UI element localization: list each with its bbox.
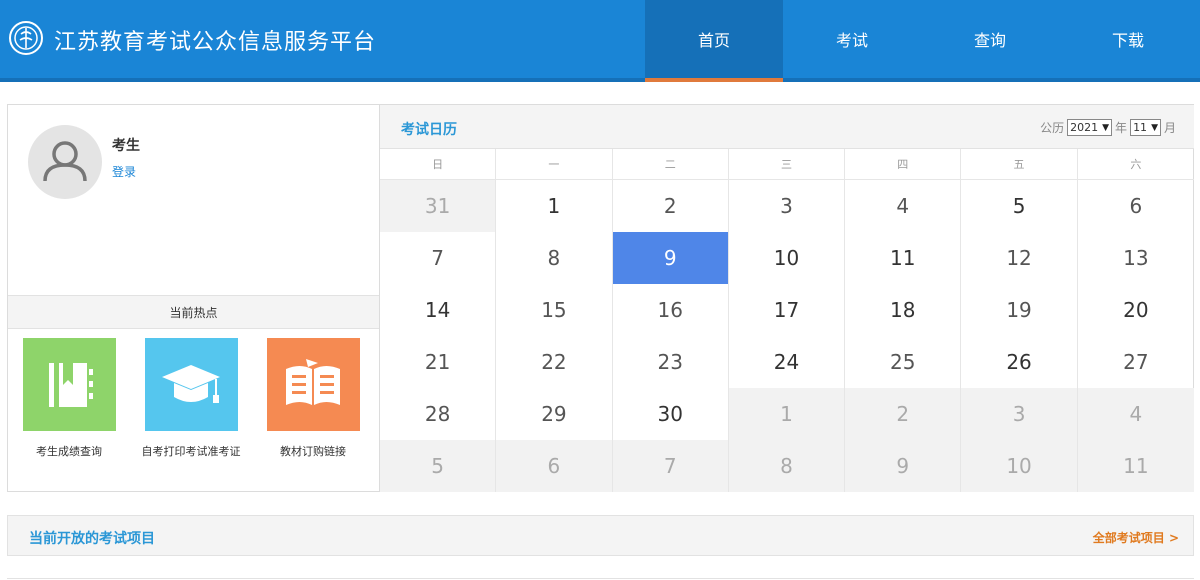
calendar-day[interactable]: 5 bbox=[380, 440, 497, 492]
nav-home[interactable]: 首页 bbox=[645, 0, 783, 82]
calendar-day[interactable]: 28 bbox=[380, 388, 497, 440]
calendar-day[interactable]: 15 bbox=[496, 284, 613, 336]
calendar-day[interactable]: 4 bbox=[1077, 388, 1194, 440]
calendar-day[interactable]: 26 bbox=[961, 336, 1078, 388]
calendar-day[interactable]: 3 bbox=[961, 388, 1078, 440]
calendar-day[interactable]: 9 bbox=[845, 440, 962, 492]
calendar-day[interactable]: 4 bbox=[845, 180, 962, 232]
calendar-grid: 31 1 2 3 4 5 6 7 8 9 10 11 12 13 14 15 16 17 18 19 20 21 22 23 2… bbox=[380, 180, 1194, 492]
weekday-label: 六 bbox=[1077, 149, 1194, 180]
year-label: 年 bbox=[1115, 121, 1128, 135]
open-exams-bar: 当前开放的考试项目 全部考试项目 > bbox=[7, 515, 1194, 556]
hot-item-score-query[interactable]: 考生成绩查询 bbox=[19, 338, 119, 458]
avatar bbox=[28, 125, 102, 199]
hot-item-textbook-order[interactable]: 教材订购链接 bbox=[263, 338, 363, 458]
calendar-day[interactable]: 27 bbox=[1078, 336, 1194, 388]
user-panel: 考生 登录 当前热点 考生成绩查询 自考打印考试准考证 教材订购链接 bbox=[7, 104, 380, 492]
weekday-row: 日一二三四五六 bbox=[380, 149, 1194, 180]
top-header: 江苏教育考试公众信息服务平台 首页 考试 查询 下载 bbox=[0, 0, 1200, 82]
calendar-day[interactable]: 24 bbox=[729, 336, 846, 388]
calendar-day[interactable]: 10 bbox=[961, 440, 1078, 492]
hot-topics-title: 当前热点 bbox=[8, 295, 379, 329]
main-nav: 首页 考试 查询 下载 bbox=[645, 0, 1197, 82]
month-label: 月 bbox=[1163, 121, 1176, 135]
weekday-label: 一 bbox=[496, 149, 613, 180]
user-icon bbox=[43, 141, 87, 182]
calendar-day[interactable]: 13 bbox=[1078, 232, 1194, 284]
calendar-day[interactable]: 17 bbox=[729, 284, 846, 336]
notebook-icon bbox=[22, 338, 116, 431]
weekday-label: 二 bbox=[612, 149, 729, 180]
calendar-day[interactable]: 3 bbox=[729, 180, 846, 232]
year-value: 2021 bbox=[1070, 121, 1099, 134]
calendar-day[interactable]: 8 bbox=[728, 440, 846, 492]
calendar-day[interactable]: 7 bbox=[380, 232, 497, 284]
nav-download[interactable]: 下载 bbox=[1059, 0, 1197, 78]
calendar-header: 考试日历 公历 2021 ▼ 年 11 ▼ 月 bbox=[380, 105, 1194, 149]
calendar-day[interactable]: 29 bbox=[496, 388, 613, 440]
user-name: 考生 bbox=[112, 138, 140, 154]
login-link[interactable]: 登录 bbox=[112, 163, 136, 180]
calendar-day[interactable]: 1 bbox=[728, 388, 846, 440]
calendar-day[interactable]: 30 bbox=[613, 388, 729, 440]
weekday-label: 五 bbox=[961, 149, 1078, 180]
hot-item-admission-ticket[interactable]: 自考打印考试准考证 bbox=[141, 338, 241, 458]
book-icon bbox=[266, 338, 360, 431]
calendar-day[interactable]: 7 bbox=[612, 440, 729, 492]
calendar-controls: 公历 2021 ▼ 年 11 ▼ 月 bbox=[1040, 119, 1176, 136]
calendar-day[interactable]: 6 bbox=[496, 440, 613, 492]
calendar-day[interactable]: 10 bbox=[729, 232, 846, 284]
all-exams-link[interactable]: 全部考试项目 > bbox=[1093, 529, 1179, 546]
logo-icon bbox=[9, 21, 43, 55]
weekday-label: 三 bbox=[728, 149, 846, 180]
nav-query[interactable]: 查询 bbox=[921, 0, 1059, 78]
calendar-day[interactable]: 2 bbox=[613, 180, 729, 232]
calendar-day-today[interactable]: 9 bbox=[612, 232, 729, 284]
site-title: 江苏教育考试公众信息服务平台 bbox=[54, 30, 377, 55]
month-select[interactable]: 11 ▼ bbox=[1130, 119, 1161, 136]
calendar-day[interactable]: 23 bbox=[613, 336, 729, 388]
calendar-day[interactable]: 8 bbox=[496, 232, 613, 284]
calendar-day[interactable]: 18 bbox=[845, 284, 962, 336]
chevron-down-icon: ▼ bbox=[1151, 122, 1158, 133]
calendar-day[interactable]: 19 bbox=[961, 284, 1078, 336]
calendar-day[interactable]: 31 bbox=[380, 180, 497, 232]
calendar-day[interactable]: 6 bbox=[1078, 180, 1194, 232]
calendar-day[interactable]: 14 bbox=[380, 284, 497, 336]
calendar-day[interactable]: 25 bbox=[845, 336, 962, 388]
open-exams-title: 当前开放的考试项目 bbox=[29, 531, 155, 547]
chevron-down-icon: ▼ bbox=[1102, 122, 1110, 133]
graduation-cap-icon bbox=[144, 338, 238, 431]
hot-item-label: 教材订购链接 bbox=[280, 445, 346, 458]
nav-exams[interactable]: 考试 bbox=[783, 0, 921, 78]
calendar-day[interactable]: 20 bbox=[1078, 284, 1194, 336]
calendar-day[interactable]: 1 bbox=[496, 180, 613, 232]
divider bbox=[7, 578, 1194, 579]
calendar-day[interactable]: 16 bbox=[613, 284, 729, 336]
weekday-label: 日 bbox=[380, 149, 497, 180]
calendar-day[interactable]: 2 bbox=[845, 388, 962, 440]
exam-calendar: 考试日历 公历 2021 ▼ 年 11 ▼ 月 日一二三四五六 31 1 2 3 4 5 6… bbox=[380, 104, 1194, 492]
calendar-title: 考试日历 bbox=[401, 122, 457, 138]
calendar-day[interactable]: 5 bbox=[961, 180, 1078, 232]
hot-item-label: 考生成绩查询 bbox=[36, 445, 102, 458]
calendar-day[interactable]: 12 bbox=[961, 232, 1078, 284]
year-select[interactable]: 2021 ▼ bbox=[1067, 119, 1113, 136]
calendar-day[interactable]: 11 bbox=[845, 232, 962, 284]
calendar-day[interactable]: 11 bbox=[1077, 440, 1194, 492]
calendar-day[interactable]: 22 bbox=[496, 336, 613, 388]
weekday-label: 四 bbox=[845, 149, 962, 180]
calendar-type-label: 公历 bbox=[1040, 121, 1065, 135]
calendar-day[interactable]: 21 bbox=[380, 336, 497, 388]
month-value: 11 bbox=[1133, 121, 1148, 134]
hot-item-label: 自考打印考试准考证 bbox=[141, 445, 241, 458]
